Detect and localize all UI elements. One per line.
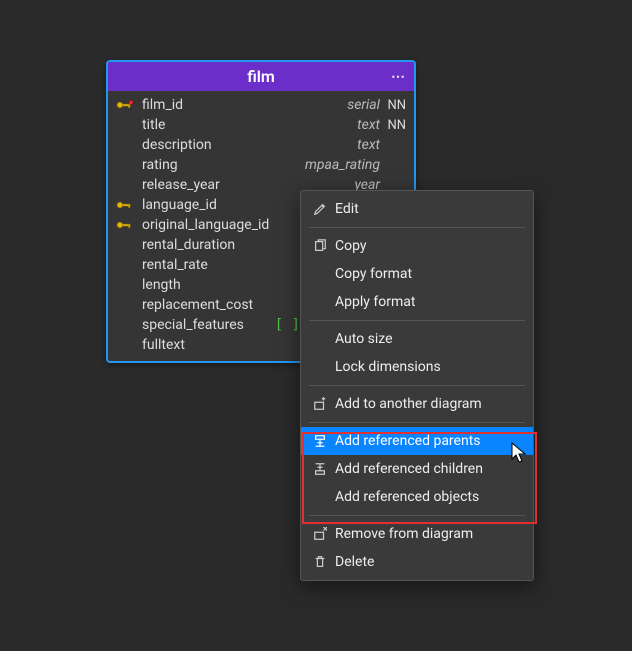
column-name: title [142,117,300,133]
menu-label: Add to another diagram [331,396,523,412]
context-menu: Edit Copy Copy format Apply format Auto … [300,190,534,581]
referenced-children-icon [309,462,331,476]
column-name: rental_rate [142,257,300,273]
column-type: text [300,137,380,153]
menu-label: Auto size [309,331,523,347]
primary-key-icon [116,100,135,110]
foreign-key-icon [116,200,135,210]
menu-label: Add referenced parents [331,433,523,449]
menu-add-referenced-children[interactable]: Add referenced children [301,455,533,483]
entity-title: film [247,67,275,86]
column-name: length [142,277,300,293]
menu-remove-from-diagram[interactable]: Remove from diagram [301,520,533,548]
add-diagram-icon [309,397,331,411]
column-name: release_year [142,177,300,193]
column-name: rating [142,157,300,173]
menu-label: Apply format [309,294,523,310]
remove-icon [309,527,331,541]
pencil-icon [309,202,331,216]
column-name: description [142,137,300,153]
column-name: rental_duration [142,237,300,253]
column-type: mpaa_rating [300,157,380,173]
menu-label: Lock dimensions [309,359,523,375]
menu-add-referenced-parents[interactable]: Add referenced parents [301,427,533,455]
trash-icon [309,555,331,569]
entity-header[interactable]: film ⋯ [108,62,414,91]
menu-copy-format[interactable]: Copy format [301,260,533,288]
menu-separator [309,385,525,386]
column-row[interactable]: ratingmpaa_rating [108,155,414,175]
column-name: original_language_id [142,217,300,233]
foreign-key-icon [116,220,135,230]
copy-icon [309,239,331,253]
column-type: serial [300,97,380,113]
column-row[interactable]: titletextNN [108,115,414,135]
column-row[interactable]: film_idserialNN [108,95,414,115]
column-name: fulltext [142,337,300,353]
column-row[interactable]: descriptiontext [108,135,414,155]
menu-label: Add referenced children [331,461,523,477]
menu-auto-size[interactable]: Auto size [301,325,533,353]
menu-label: Add referenced objects [309,489,523,505]
menu-add-to-diagram[interactable]: Add to another diagram [301,390,533,418]
column-name: replacement_cost [142,297,300,313]
column-name: language_id [142,197,300,213]
menu-copy[interactable]: Copy [301,232,533,260]
menu-delete[interactable]: Delete [301,548,533,576]
menu-label: Copy [331,238,523,254]
menu-separator [309,227,525,228]
referenced-parents-icon [309,434,331,448]
menu-separator [309,515,525,516]
menu-label: Edit [331,201,523,217]
column-not-null: NN [380,118,406,133]
entity-more-icon[interactable]: ⋯ [391,69,406,85]
menu-add-referenced-objects[interactable]: Add referenced objects [301,483,533,511]
array-suffix: [ ] [275,317,300,333]
column-not-null: NN [380,98,406,113]
menu-label: Remove from diagram [331,526,523,542]
menu-lock-dimensions[interactable]: Lock dimensions [301,353,533,381]
menu-separator [309,320,525,321]
column-name: special_features [142,317,271,333]
menu-label: Delete [331,554,523,570]
menu-label: Copy format [309,266,523,282]
menu-separator [309,422,525,423]
column-name: film_id [142,97,300,113]
menu-apply-format[interactable]: Apply format [301,288,533,316]
column-type: text [300,117,380,133]
menu-edit[interactable]: Edit [301,195,533,223]
